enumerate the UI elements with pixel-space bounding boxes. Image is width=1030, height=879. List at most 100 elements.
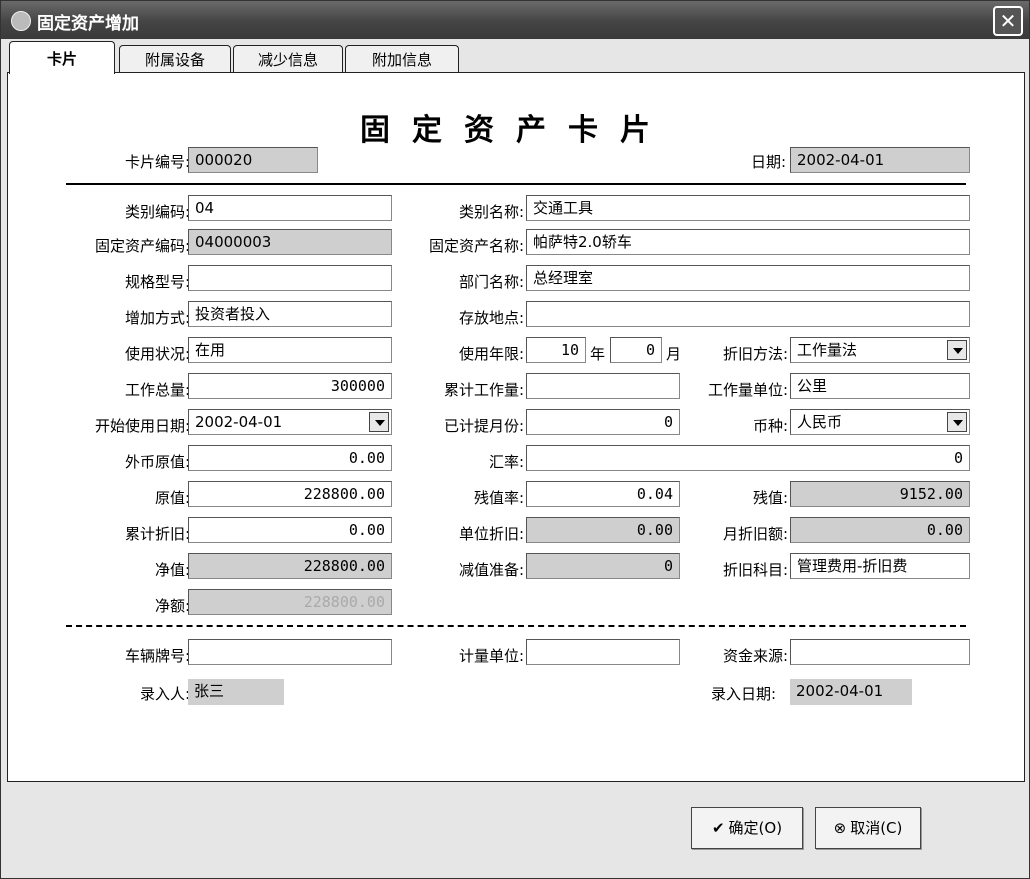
category-name-label: 类别名称: (458, 203, 524, 221)
months-unit: 月 (666, 345, 682, 363)
ok-button-label: 确定(O) (728, 819, 783, 837)
net-amount-label: 净额: (154, 597, 190, 615)
currency-select[interactable]: 人民币 (790, 409, 970, 435)
accum-dep-label: 累计折旧: (124, 525, 190, 543)
net-value-field: 228800.00 (188, 553, 392, 579)
start-date-label: 开始使用日期: (94, 417, 190, 435)
start-date-select[interactable]: 2002-04-01 (188, 409, 392, 435)
rate-input[interactable]: 0 (526, 445, 970, 471)
monthly-dep-label: 月折旧额: (722, 525, 788, 543)
cancel-icon: ⊗ (833, 819, 847, 837)
accum-work-input[interactable] (526, 373, 680, 399)
fx-original-label: 外币原值: (124, 453, 190, 471)
card-no-label: 卡片编号: (124, 153, 190, 171)
add-method-label: 增加方式: (124, 309, 190, 327)
chevron-down-icon[interactable] (947, 340, 967, 360)
accum-work-label: 累计工作量: (443, 381, 524, 399)
original-label: 原值: (154, 489, 190, 507)
months-dep-label: 已计提月份: (443, 417, 524, 435)
asset-name-label: 固定资产名称: (428, 237, 524, 255)
dep-account-input[interactable]: 管理费用-折旧费 (790, 553, 970, 579)
header-divider (66, 183, 966, 185)
fx-original-input[interactable]: 0.00 (188, 445, 392, 471)
app-icon (11, 11, 31, 31)
asset-name-input[interactable]: 帕萨特2.0轿车 (526, 229, 970, 255)
entry-date-field: 2002-04-01 (790, 679, 912, 705)
asset-code-field: 04000003 (188, 229, 392, 255)
entered-by-field: 张三 (188, 679, 284, 705)
net-value-label: 净值: (154, 561, 190, 579)
unit-dep-field: 0.00 (526, 517, 680, 543)
location-input[interactable] (526, 301, 970, 327)
impairment-field: 0 (526, 553, 680, 579)
spec-label: 规格型号: (124, 273, 190, 291)
years-label: 使用年限: (458, 345, 524, 363)
cancel-button[interactable]: ⊗ 取消(C) (815, 807, 921, 849)
date-label: 日期: (750, 153, 786, 171)
section-divider (66, 625, 966, 627)
dialog-window: 固定资产增加 ✕ 卡片 附属设备 减少信息 附加信息 固定资产卡片 卡片编号: … (0, 0, 1030, 879)
cancel-button-label: 取消(C) (850, 819, 903, 837)
asset-code-label: 固定资产编码: (94, 237, 190, 255)
salvage-field: 9152.00 (790, 481, 970, 507)
checkmark-icon: ✔ (711, 819, 725, 837)
chevron-down-icon[interactable] (947, 412, 967, 432)
salvage-rate-input[interactable]: 0.04 (526, 481, 680, 507)
total-work-label: 工作总量: (124, 381, 190, 399)
monthly-dep-field: 0.00 (790, 517, 970, 543)
rate-label: 汇率: (488, 453, 524, 471)
dep-method-value: 工作量法 (797, 341, 858, 359)
dep-account-label: 折旧科目: (722, 561, 788, 579)
entry-date-label: 录入日期: (710, 685, 776, 703)
dept-input[interactable]: 总经理室 (526, 265, 970, 291)
months-input[interactable]: 0 (610, 337, 662, 363)
title-bar[interactable]: 固定资产增加 ✕ (1, 1, 1029, 39)
accum-dep-input[interactable]: 0.00 (188, 517, 392, 543)
unit-dep-label: 单位折旧: (458, 525, 524, 543)
window-title: 固定资产增加 (37, 14, 139, 34)
measure-unit-label: 计量单位: (458, 647, 524, 665)
total-work-input[interactable]: 300000 (188, 373, 392, 399)
close-button[interactable]: ✕ (993, 6, 1023, 36)
work-unit-input[interactable]: 公里 (790, 373, 970, 399)
impairment-label: 减值准备: (458, 561, 524, 579)
card-title: 固定资产卡片 (360, 113, 672, 148)
entered-by-label: 录入人: (139, 685, 190, 703)
tab-strip: 卡片 附属设备 减少信息 附加信息 (1, 41, 1029, 74)
years-unit: 年 (590, 345, 606, 363)
original-input[interactable]: 228800.00 (188, 481, 392, 507)
dep-method-label: 折旧方法: (722, 345, 788, 363)
status-label: 使用状况: (124, 345, 190, 363)
category-name-input[interactable]: 交通工具 (526, 195, 970, 221)
work-unit-label: 工作量单位: (707, 381, 788, 399)
measure-unit-input[interactable] (526, 639, 680, 665)
card-panel: 固定资产卡片 卡片编号: 000020 日期: 2002-04-01 类别编码:… (7, 72, 1025, 782)
currency-label: 币种: (752, 417, 788, 435)
category-code-label: 类别编码: (124, 203, 190, 221)
tab-reduction-info[interactable]: 减少信息 (233, 45, 343, 74)
tab-card[interactable]: 卡片 (9, 41, 115, 74)
plate-label: 车辆牌号: (124, 647, 190, 665)
net-amount-field: 228800.00 (188, 589, 392, 615)
fund-source-input[interactable] (790, 639, 970, 665)
start-date-value: 2002-04-01 (195, 413, 283, 431)
months-dep-input[interactable]: 0 (526, 409, 680, 435)
chevron-down-icon[interactable] (369, 412, 389, 432)
currency-value: 人民币 (797, 413, 843, 431)
dept-label: 部门名称: (458, 273, 524, 291)
fund-source-label: 资金来源: (722, 647, 788, 665)
ok-button[interactable]: ✔ 确定(O) (691, 807, 803, 849)
spec-input[interactable] (188, 265, 392, 291)
tab-attached-equipment[interactable]: 附属设备 (119, 45, 231, 74)
years-input[interactable]: 10 (526, 337, 586, 363)
date-field: 2002-04-01 (790, 147, 970, 173)
add-method-input[interactable]: 投资者投入 (188, 301, 392, 327)
tab-additional-info[interactable]: 附加信息 (345, 45, 459, 74)
salvage-rate-label: 残值率: (473, 489, 524, 507)
category-code-input[interactable]: 04 (188, 195, 392, 221)
dep-method-select[interactable]: 工作量法 (790, 337, 970, 363)
card-no-field: 000020 (188, 147, 318, 173)
location-label: 存放地点: (458, 309, 524, 327)
plate-input[interactable] (188, 639, 392, 665)
status-input[interactable]: 在用 (188, 337, 392, 363)
